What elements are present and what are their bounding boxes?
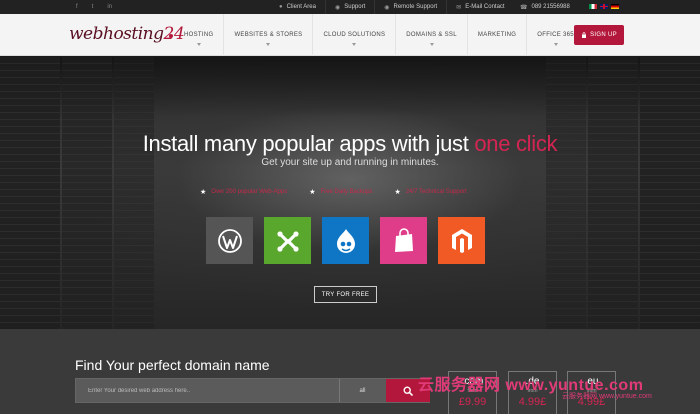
nav-item-marketing[interactable]: MARKETING [466, 14, 526, 56]
star-icon: ★ [394, 189, 401, 196]
top-bar: f t in ● Client Area ◉ Support ◉ Remote … [0, 0, 700, 14]
nav-label: HOSTING [184, 32, 214, 38]
sign-up-button[interactable]: SIGN UP [574, 25, 624, 45]
remote-support-label: Remote Support [393, 4, 438, 10]
user-icon: ● [279, 4, 283, 10]
phone-number[interactable]: ☎ 089 21556988 [520, 0, 570, 14]
email-contact-link[interactable]: ✉ E-Mail Contact [446, 0, 513, 14]
nav-item-hosting[interactable]: HOSTING [174, 14, 223, 56]
nav-label: WEBSITES & STORES [234, 32, 303, 38]
remote-icon: ◉ [384, 4, 390, 11]
feature-item: ★ 24/7 Technical Support [395, 188, 467, 196]
tld-select[interactable]: all [339, 379, 385, 402]
sign-up-label: SIGN UP [590, 32, 617, 38]
language-flags [589, 4, 619, 9]
server-rack-background [0, 57, 60, 329]
feature-item: ★ Free Daily Backups [309, 188, 372, 196]
support-icon: ◉ [334, 4, 341, 11]
logo-text: webhosting [69, 24, 164, 44]
feature-label: Free Daily Backups [320, 189, 373, 195]
joomla-icon [276, 230, 299, 252]
feature-label: Over 200 popular Web-Apps [211, 189, 288, 195]
nav-label: DOMAINS & SSL [406, 32, 457, 38]
server-rack-background [588, 57, 638, 329]
remote-support-link[interactable]: ◉ Remote Support [374, 0, 446, 14]
watermark-small: 云服务器网 www.yuntue.com [562, 393, 652, 400]
twitter-icon[interactable]: t [92, 4, 94, 10]
magento-icon [451, 228, 472, 253]
domain-title: Find Your perfect domain name [75, 357, 270, 373]
domain-search-bar: all [75, 378, 430, 403]
client-area-label: Client Area [286, 4, 316, 10]
client-area-link[interactable]: ● Client Area [270, 0, 325, 14]
try-for-free-button[interactable]: TRY FOR FREE [314, 286, 377, 303]
feature-label: 24/7 Technical Support [405, 189, 467, 195]
nav-label: CLOUD SOLUTIONS [323, 32, 386, 38]
nav-item-websites-stores[interactable]: WEBSITES & STORES [223, 14, 312, 56]
logo[interactable]: webhosting24 [69, 24, 185, 44]
feature-item: ★ Over 200 popular Web-Apps [200, 188, 287, 196]
hero-subline: Get your site up and running in minutes. [261, 157, 439, 168]
app-tile-drupal[interactable] [322, 217, 369, 264]
caret-down-icon [553, 43, 558, 46]
nav-item-domains-ssl[interactable]: DOMAINS & SSL [395, 14, 467, 56]
facebook-icon[interactable]: f [76, 4, 78, 10]
headline-accent: one click [474, 131, 558, 156]
mail-icon: ✉ [456, 4, 462, 11]
server-rack-background [62, 57, 112, 329]
app-tiles [206, 217, 485, 264]
caret-down-icon [196, 43, 201, 46]
domain-search-input[interactable] [76, 379, 338, 402]
top-links: ● Client Area ◉ Support ◉ Remote Support… [270, 0, 514, 14]
shopping-bag-icon [394, 227, 413, 252]
hero-headline: Install many popular apps with just one … [0, 131, 700, 157]
phone-icon: ☎ [520, 4, 528, 11]
nav-label: OFFICE 365 [537, 32, 574, 38]
server-rack-background [114, 57, 154, 329]
linkedin-icon[interactable]: in [107, 4, 112, 10]
main-menu: HOSTING WEBSITES & STORES CLOUD SOLUTION… [174, 14, 584, 56]
caret-down-icon [429, 43, 434, 46]
tld-price: 4.99£ [518, 396, 547, 408]
app-tile-prestashop[interactable] [380, 217, 427, 264]
tld-price: £9.99 [458, 396, 487, 408]
search-icon [403, 385, 413, 396]
hero-section: Install many popular apps with just one … [0, 57, 700, 329]
app-tile-magento[interactable] [438, 217, 485, 264]
phone-label: 089 21556988 [531, 4, 570, 10]
italian-flag-icon[interactable] [589, 4, 597, 9]
support-link[interactable]: ◉ Support [324, 0, 374, 14]
server-rack-background [640, 57, 700, 329]
lock-icon [582, 32, 587, 38]
caret-down-icon [352, 43, 357, 46]
nav-label: MARKETING [477, 32, 517, 38]
social-links: f t in [76, 0, 112, 14]
caret-down-icon [266, 43, 271, 46]
feature-list: ★ Over 200 popular Web-Apps ★ Free Daily B… [200, 188, 467, 196]
support-label: Support [344, 4, 366, 10]
app-tile-wordpress[interactable] [206, 217, 253, 264]
headline-main: Install many popular apps with just [142, 131, 469, 156]
star-icon: ★ [200, 189, 207, 196]
app-tile-joomla[interactable] [264, 217, 311, 264]
drupal-icon [336, 228, 355, 253]
wordpress-icon [217, 228, 242, 253]
logo-dot [169, 34, 173, 38]
star-icon: ★ [309, 189, 316, 196]
main-navbar: webhosting24 HOSTING WEBSITES & STORES C… [0, 14, 700, 56]
uk-flag-icon[interactable] [600, 4, 608, 9]
email-contact-label: E-Mail Contact [465, 4, 505, 10]
german-flag-icon[interactable] [611, 4, 619, 9]
server-rack-background [546, 57, 586, 329]
nav-item-cloud-solutions[interactable]: CLOUD SOLUTIONS [312, 14, 395, 56]
